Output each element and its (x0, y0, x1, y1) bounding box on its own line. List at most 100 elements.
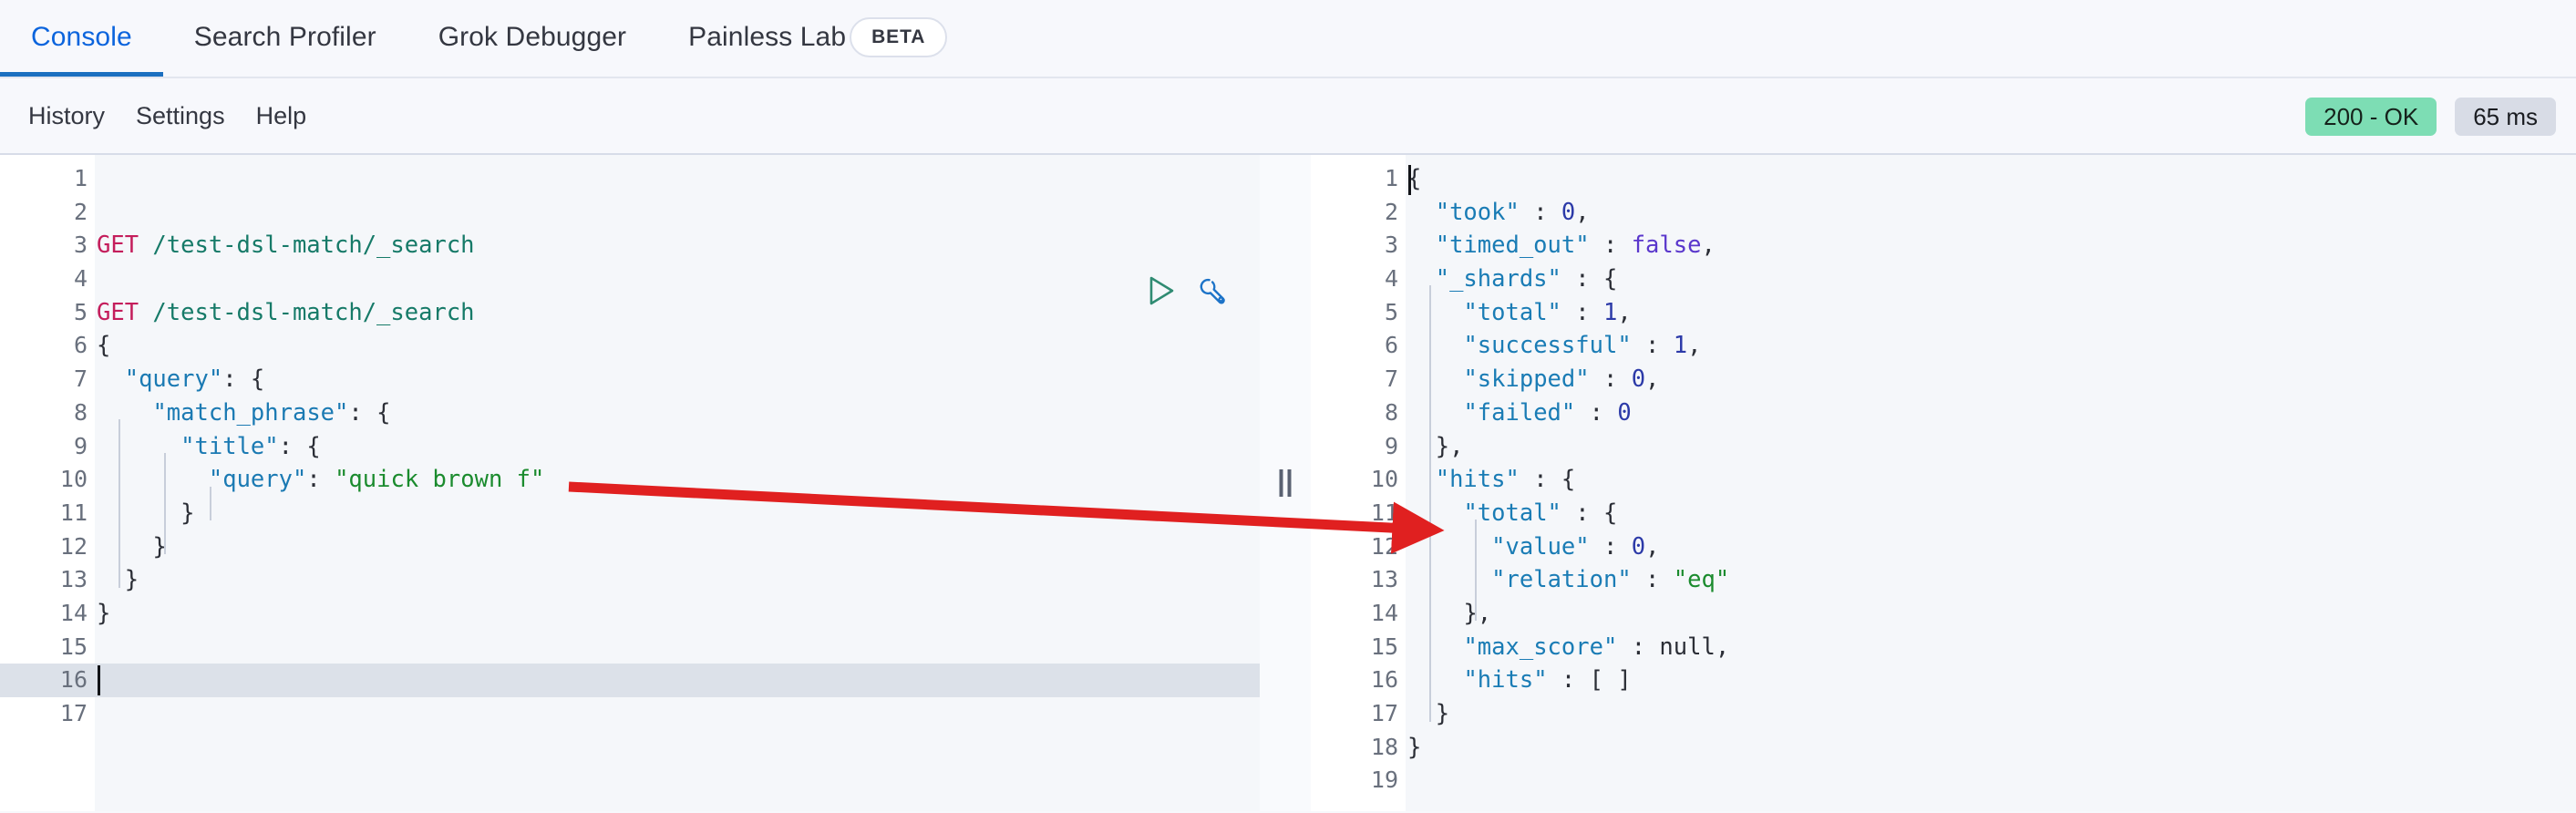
code-line[interactable]: } (1406, 697, 2576, 731)
line-number[interactable]: 15 (0, 631, 95, 664)
response-code-area[interactable]: { "took" : 0, "timed_out" : false, "_sha… (1406, 155, 2576, 811)
response-gutter[interactable]: 1▾234▾56789▴10▾11▾121314▴151617▴18▴19 (1311, 155, 1418, 811)
help-button[interactable]: Help (241, 102, 323, 130)
line-number[interactable]: 6 (1311, 329, 1406, 363)
play-icon[interactable] (1147, 275, 1176, 306)
line-number[interactable]: 8▾ (0, 396, 108, 430)
code-line[interactable] (95, 262, 1260, 296)
line-number[interactable]: 12 (1311, 530, 1406, 564)
code-line[interactable]: "value" : 0, (1406, 530, 2576, 564)
line-number[interactable]: 13 (1311, 563, 1406, 597)
code-line[interactable]: }, (1406, 430, 2576, 464)
line-number[interactable]: 9▾ (0, 430, 108, 464)
code-line[interactable]: "match_phrase": { (95, 396, 1260, 430)
code-line[interactable]: "max_score" : null, (1406, 631, 2576, 664)
tab-search-profiler[interactable]: Search Profiler (163, 0, 407, 77)
code-line[interactable]: { (1406, 162, 2576, 196)
indent-guide (1429, 453, 1431, 722)
beta-badge: BETA (850, 17, 948, 57)
code-line[interactable] (95, 631, 1260, 664)
line-number[interactable]: 18▴ (1311, 731, 1418, 765)
code-line[interactable]: "query": { (95, 363, 1260, 396)
line-number[interactable]: 2 (0, 196, 95, 230)
console-split-panels: 123456▾7▾8▾9▾1011▴12▴13▴14▴151617 GET /t… (0, 155, 2576, 811)
line-number[interactable]: 15 (1311, 631, 1406, 664)
code-line[interactable]: "successful" : 1, (1406, 329, 2576, 363)
request-editor-pane[interactable]: 123456▾7▾8▾9▾1011▴12▴13▴14▴151617 GET /t… (0, 155, 1260, 811)
tab-console-label: Console (31, 22, 132, 52)
request-action-icons (1147, 274, 1229, 307)
code-line[interactable]: } (1406, 731, 2576, 765)
code-line[interactable]: { (95, 329, 1260, 363)
settings-button[interactable]: Settings (120, 102, 241, 130)
code-line[interactable]: } (95, 530, 1260, 564)
code-line[interactable]: "timed_out" : false, (1406, 229, 2576, 262)
indent-guide (118, 419, 120, 588)
code-line[interactable]: "hits" : { (1406, 463, 2576, 497)
line-number[interactable]: 9▴ (1311, 430, 1418, 464)
line-number[interactable]: 11▾ (1311, 497, 1418, 530)
code-line[interactable]: } (95, 563, 1260, 597)
resize-handle-icon[interactable] (1279, 469, 1292, 497)
code-line[interactable]: "failed" : 0 (1406, 396, 2576, 430)
code-line[interactable] (1406, 764, 2576, 798)
line-number[interactable]: 10 (0, 463, 95, 497)
line-number[interactable]: 5 (0, 296, 95, 330)
history-button[interactable]: History (13, 102, 120, 130)
code-line[interactable]: "total" : 1, (1406, 296, 2576, 330)
line-number[interactable]: 3 (0, 229, 95, 262)
line-number[interactable]: 16 (1311, 664, 1406, 697)
response-viewer-pane[interactable]: 1▾234▾56789▴10▾11▾121314▴151617▴18▴19 { … (1311, 155, 2576, 811)
code-line[interactable]: } (95, 597, 1260, 631)
line-number[interactable]: 12▴ (0, 530, 108, 564)
pane-splitter[interactable] (1260, 155, 1311, 811)
response-status-group: 200 - OK 65 ms (2305, 78, 2556, 155)
line-number[interactable]: 1 (0, 162, 95, 196)
wrench-icon[interactable] (1196, 274, 1229, 307)
request-code-area[interactable]: GET /test-dsl-match/_search GET /test-ds… (95, 155, 1260, 811)
code-line[interactable]: } (95, 497, 1260, 530)
code-line[interactable]: GET /test-dsl-match/_search (95, 229, 1260, 262)
tab-console[interactable]: Console (0, 0, 163, 77)
line-number[interactable]: 4▾ (1311, 262, 1418, 296)
line-number[interactable]: 8 (1311, 396, 1406, 430)
line-number[interactable]: 19 (1311, 764, 1406, 798)
line-number[interactable]: 10▾ (1311, 463, 1418, 497)
console-toolbar: History Settings Help 200 - OK 65 ms (0, 78, 2576, 155)
code-line[interactable]: "_shards" : { (1406, 262, 2576, 296)
line-number[interactable]: 7▾ (0, 363, 108, 396)
line-number[interactable]: 14▴ (1311, 597, 1418, 631)
code-line[interactable] (95, 162, 1260, 196)
line-number[interactable]: 4 (0, 262, 95, 296)
code-line[interactable] (95, 196, 1260, 230)
line-number[interactable]: 1▾ (1311, 162, 1418, 196)
line-number[interactable]: 14▴ (0, 597, 108, 631)
line-number[interactable]: 17▴ (1311, 697, 1418, 731)
line-number[interactable]: 17 (0, 697, 95, 731)
line-number[interactable]: 6▾ (0, 329, 108, 363)
line-number[interactable]: 2 (1311, 196, 1406, 230)
line-number[interactable]: 16 (0, 664, 95, 697)
line-number[interactable]: 13▴ (0, 563, 108, 597)
code-line[interactable]: "took" : 0, (1406, 196, 2576, 230)
tab-painless-lab[interactable]: Painless Lab BETA (657, 0, 978, 77)
code-line[interactable]: "hits" : [ ] (1406, 664, 2576, 697)
line-number[interactable]: 7 (1311, 363, 1406, 396)
line-number[interactable]: 5 (1311, 296, 1406, 330)
indent-guide (210, 487, 211, 520)
tab-grok-debugger[interactable]: Grok Debugger (407, 0, 657, 77)
code-line[interactable]: GET /test-dsl-match/_search (95, 296, 1260, 330)
line-number[interactable]: 11▴ (0, 497, 108, 530)
code-line[interactable]: }, (1406, 597, 2576, 631)
code-line[interactable]: "relation" : "eq" (1406, 563, 2576, 597)
code-line[interactable]: "title": { (95, 430, 1260, 464)
code-line[interactable] (95, 697, 1260, 731)
code-line[interactable] (95, 664, 1260, 697)
line-number[interactable]: 3 (1311, 229, 1406, 262)
code-line[interactable]: "skipped" : 0, (1406, 363, 2576, 396)
request-gutter[interactable]: 123456▾7▾8▾9▾1011▴12▴13▴14▴151617 (0, 155, 108, 811)
tab-painless-lab-label: Painless Lab (688, 22, 847, 52)
tab-list: Console Search Profiler Grok Debugger Pa… (0, 0, 978, 77)
code-line[interactable]: "total" : { (1406, 497, 2576, 530)
code-line[interactable]: "query": "quick brown f" (95, 463, 1260, 497)
